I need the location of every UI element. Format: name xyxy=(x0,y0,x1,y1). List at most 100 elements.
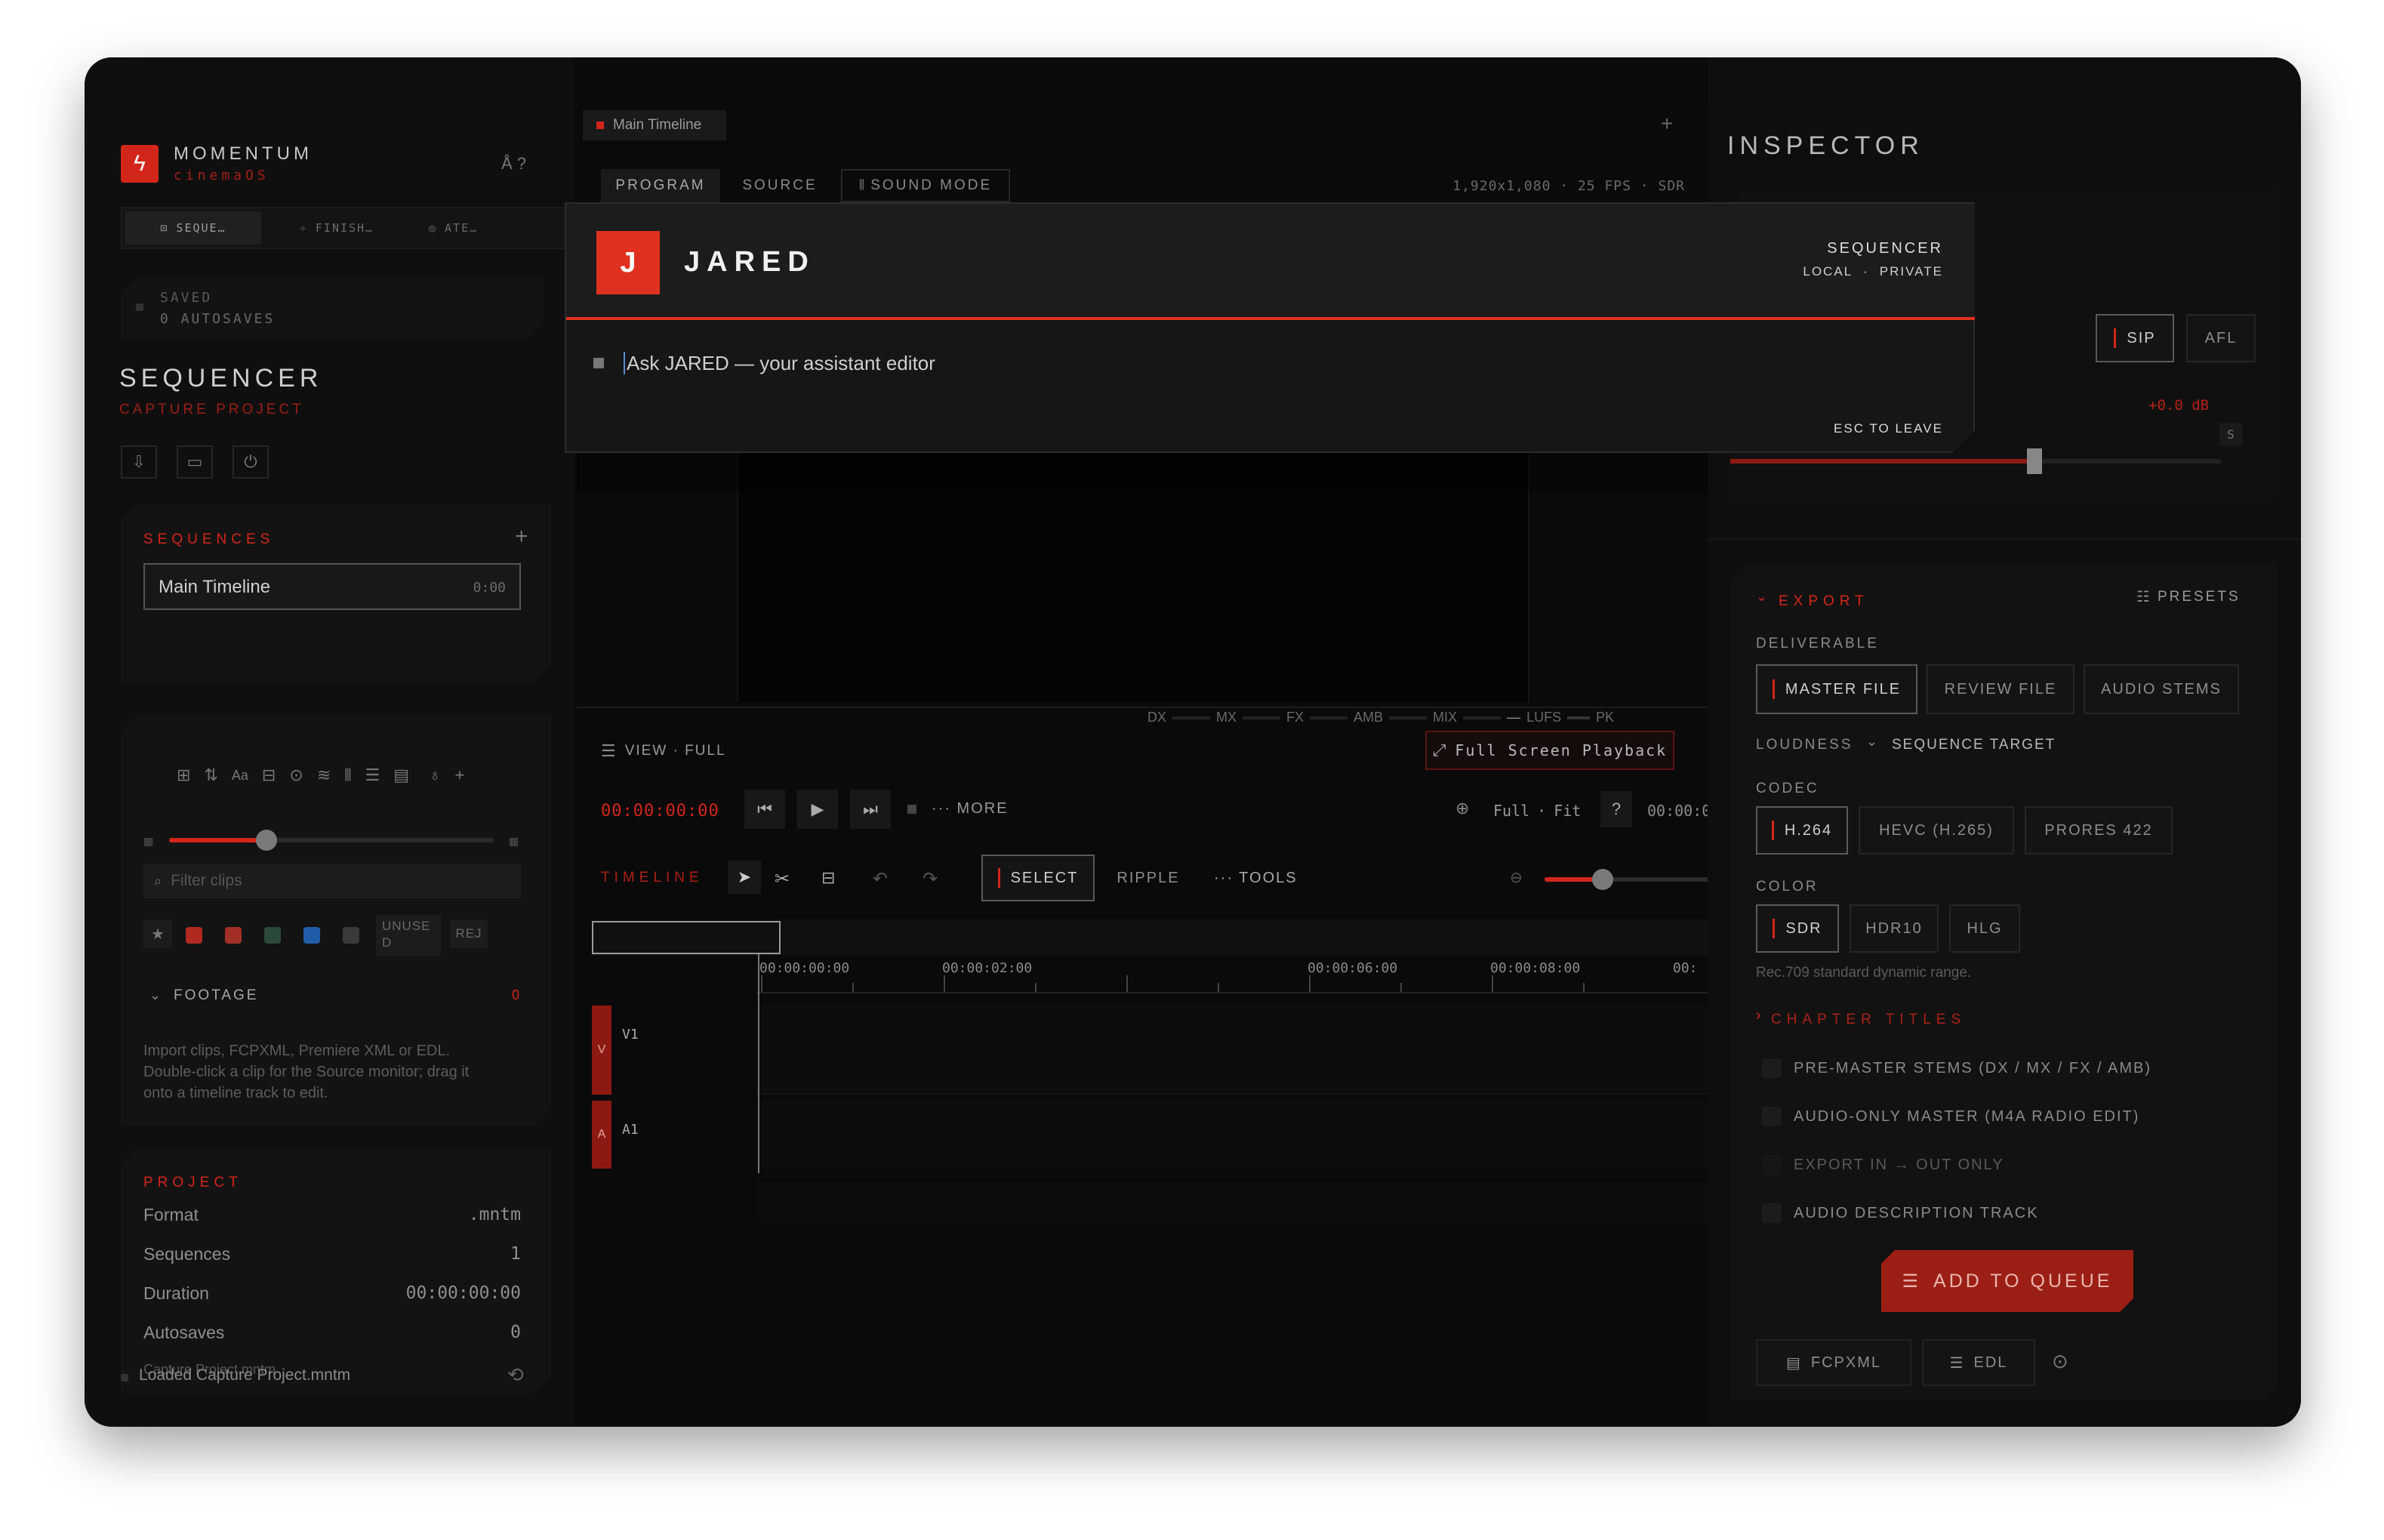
audio-only-master-label: AUDIO-ONLY MASTER (M4A RADIO EDIT) xyxy=(1794,1108,2140,1125)
rejected-filter-button[interactable]: REJ xyxy=(450,919,488,948)
chevron-down-icon[interactable]: ⌄ xyxy=(149,987,161,1003)
play-icon[interactable]: ▶ xyxy=(797,790,838,829)
mode-tab-sequencer[interactable]: ⊡ SEQUE… xyxy=(125,211,261,245)
help-icon[interactable]: Å ? xyxy=(501,154,526,174)
zoom-out-icon[interactable]: ⊖ xyxy=(1510,868,1523,887)
pre-master-stems-checkbox[interactable] xyxy=(1762,1058,1782,1078)
bins-icon[interactable]: ⊟ xyxy=(262,765,276,785)
track-tag-a[interactable]: A xyxy=(592,1101,611,1169)
master-fader-handle[interactable] xyxy=(2027,448,2042,474)
deliverable-audio-stems[interactable]: AUDIO STEMS xyxy=(2084,664,2239,714)
label-red[interactable] xyxy=(186,927,202,944)
pointer-tool-icon[interactable]: ➤ xyxy=(728,861,761,894)
ripple-mode-button[interactable]: RIPPLE xyxy=(1102,855,1194,901)
audio-wave-icon[interactable]: ≋ xyxy=(317,765,331,785)
audio-description-checkbox[interactable] xyxy=(1762,1203,1782,1223)
afl-button[interactable]: AFL xyxy=(2186,314,2256,362)
folder-icon[interactable]: ▭ xyxy=(177,445,213,479)
razor-tool-icon[interactable]: ✂ xyxy=(775,868,790,890)
label-green[interactable] xyxy=(264,927,281,944)
track-lane-a1[interactable] xyxy=(756,1101,1708,1169)
timeline-zoom-slider[interactable] xyxy=(1545,869,1726,890)
color-sdr[interactable]: SDR xyxy=(1756,904,1839,953)
chevron-down-icon[interactable]: ⌄ xyxy=(1756,589,1767,605)
previous-icon[interactable]: ⏮ xyxy=(744,790,785,829)
timeline-zoom-handle[interactable] xyxy=(1591,869,1613,890)
view-mode-button[interactable]: ☰ VIEW · FULL xyxy=(601,741,726,761)
chevron-right-icon[interactable]: › xyxy=(1756,1007,1761,1024)
redo-icon[interactable]: ↷ xyxy=(922,868,938,890)
codec-h264[interactable]: H.264 xyxy=(1756,806,1848,855)
export-fcpxml-button[interactable]: ▤ FCPXML xyxy=(1756,1339,1911,1386)
export-in-out-checkbox[interactable] xyxy=(1762,1155,1782,1175)
grid-view-icon[interactable]: ⊞ xyxy=(177,765,190,785)
label-blue[interactable] xyxy=(303,927,320,944)
tab-main-timeline[interactable]: Main Timeline xyxy=(583,110,726,140)
import-icon[interactable]: ⇩ xyxy=(121,445,157,479)
footage-label[interactable]: FOOTAGE xyxy=(174,987,258,1004)
color-hlg[interactable]: HLG xyxy=(1949,904,2020,953)
loudness-target-select[interactable]: SEQUENCE TARGET xyxy=(1892,737,2056,753)
sort-icon[interactable]: ⇅ xyxy=(204,765,217,785)
export-edl-button[interactable]: ☰ EDL xyxy=(1922,1339,2035,1386)
playhead[interactable] xyxy=(758,954,759,1173)
solo-button[interactable]: S xyxy=(2219,423,2242,445)
zoom-full-button[interactable]: Full xyxy=(1493,802,1529,820)
codec-prores[interactable]: PRORES 422 xyxy=(2025,806,2173,855)
more-options-icon[interactable]: ⊙ xyxy=(2052,1350,2068,1373)
mic-icon[interactable]: ♁ xyxy=(429,765,442,785)
thumb-size-handle[interactable] xyxy=(256,830,277,851)
select-mode-button[interactable]: SELECT xyxy=(981,855,1095,901)
export-icon[interactable]: ⏻ xyxy=(233,445,269,479)
zoom-icon[interactable]: ⊕ xyxy=(1455,799,1469,818)
text-format-icon[interactable]: Aa xyxy=(232,768,248,784)
add-to-queue-button[interactable]: ☰ ADD TO QUEUE xyxy=(1881,1250,2133,1312)
jared-prompt-input[interactable]: Ask JARED — your assistant editor xyxy=(624,347,1907,379)
zoom-fit-button[interactable]: Fit xyxy=(1554,802,1581,820)
full-screen-playback-button[interactable]: ⤢ Full Screen Playback xyxy=(1425,731,1674,770)
mode-tab-atelier[interactable]: ◎ ATE… xyxy=(412,211,533,245)
presets-button[interactable]: ☷ PRESETS xyxy=(2136,587,2241,606)
sip-button[interactable]: SIP xyxy=(2096,314,2174,362)
overview-viewport[interactable] xyxy=(592,921,781,954)
list-icon[interactable]: ☰ xyxy=(365,765,380,785)
thumb-size-slider[interactable] xyxy=(169,838,494,842)
calendar-icon[interactable]: ▤ xyxy=(393,765,409,785)
tab-sound-mode[interactable]: ⫼ SOUND MODE xyxy=(841,169,1010,202)
label-gray[interactable] xyxy=(343,927,359,944)
tab-source[interactable]: SOURCE xyxy=(731,169,829,202)
levels-icon[interactable]: ⫴ xyxy=(344,765,351,785)
audio-only-master-checkbox[interactable] xyxy=(1762,1107,1782,1126)
add-media-button[interactable]: + xyxy=(455,765,465,785)
deliverable-review-file[interactable]: REVIEW FILE xyxy=(1927,664,2074,714)
track-lane-v1[interactable] xyxy=(756,1006,1708,1095)
tools-menu[interactable]: ··· TOOLS xyxy=(1214,870,1298,887)
sequence-item[interactable]: Main Timeline 0:00 xyxy=(143,563,521,610)
color-hdr10[interactable]: HDR10 xyxy=(1850,904,1939,953)
mode-tab-finish[interactable]: ✧ FINISH… xyxy=(276,211,397,245)
trim-tool-icon[interactable]: ⊟ xyxy=(821,868,835,888)
label-crimson[interactable] xyxy=(225,927,242,944)
star-filter-icon[interactable]: ★ xyxy=(143,919,172,948)
more-button[interactable]: ··· MORE xyxy=(932,800,1009,818)
help-button[interactable]: ? xyxy=(1600,791,1632,827)
add-tab-button[interactable]: + xyxy=(1661,112,1673,136)
deliverable-master-file[interactable]: MASTER FILE xyxy=(1756,664,1917,714)
project-row-autosaves: Autosaves 0 xyxy=(143,1323,521,1342)
master-fader[interactable] xyxy=(1730,459,2221,464)
tab-program[interactable]: PROGRAM xyxy=(601,169,720,202)
chapter-titles-toggle[interactable]: CHAPTER TITLES xyxy=(1771,1012,1966,1028)
camera-icon[interactable]: ⊙ xyxy=(289,765,303,785)
ruler-tick xyxy=(852,983,854,992)
history-icon[interactable]: ⟲ xyxy=(507,1363,524,1387)
stop-icon[interactable] xyxy=(907,805,916,814)
track-tag-v[interactable]: V xyxy=(592,1006,611,1095)
codec-hevc[interactable]: HEVC (H.265) xyxy=(1859,806,2014,855)
next-icon[interactable]: ⏭ xyxy=(850,790,891,829)
chevron-down-icon[interactable]: ⌄ xyxy=(1866,734,1877,750)
unused-filter-button[interactable]: UNUSE D xyxy=(376,915,441,956)
ruler-tick xyxy=(761,975,762,992)
add-sequence-button[interactable]: + xyxy=(515,524,528,550)
undo-icon[interactable]: ↶ xyxy=(873,868,888,890)
filter-clips-input[interactable]: ⌕ Filter clips xyxy=(143,864,521,898)
